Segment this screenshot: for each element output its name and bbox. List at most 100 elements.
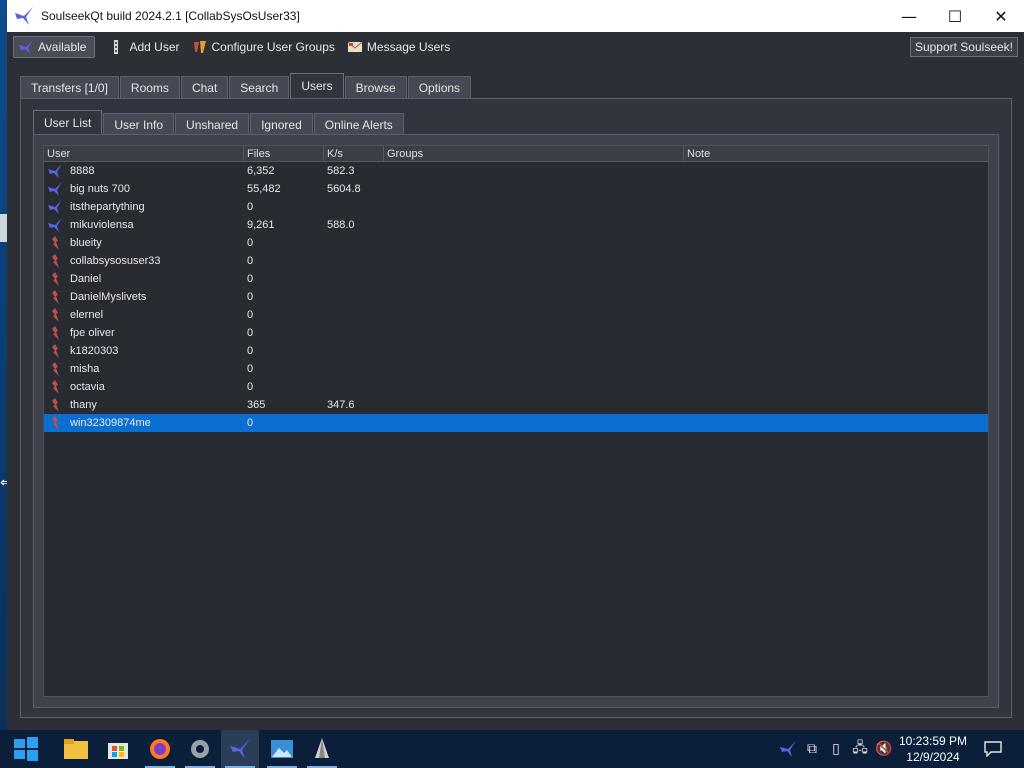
- soulseek-bird-icon: [19, 40, 33, 54]
- table-row[interactable]: blueity 0: [44, 234, 988, 252]
- cell-ks: [324, 198, 384, 216]
- tab-chat[interactable]: Chat: [180, 76, 229, 98]
- system-tray: ⧉ ▯ 🖧 🔇: [776, 730, 896, 768]
- tray-volume-muted-icon[interactable]: 🔇: [872, 730, 896, 768]
- cell-user: fpe oliver: [44, 324, 244, 342]
- user-online-icon: [46, 198, 64, 216]
- tab-options[interactable]: Options: [407, 76, 472, 98]
- user-online-icon: [46, 216, 64, 234]
- cell-note: [684, 324, 988, 342]
- table-row[interactable]: Daniel 0: [44, 270, 988, 288]
- taskbar-settings[interactable]: [181, 730, 219, 768]
- message-users-label: Message Users: [366, 40, 451, 54]
- column-header-note[interactable]: Note: [684, 146, 988, 162]
- cell-user: Daniel: [44, 270, 244, 288]
- tab-user-list[interactable]: User List: [33, 110, 103, 135]
- cell-groups: [384, 378, 684, 396]
- taskbar-store[interactable]: [99, 730, 137, 768]
- maximize-button[interactable]: ☐: [932, 0, 978, 32]
- cell-groups: [384, 162, 684, 180]
- user-name: fpe oliver: [70, 327, 115, 339]
- clock[interactable]: 10:23:59 PM 12/9/2024: [896, 733, 970, 765]
- tab-ignored[interactable]: Ignored: [250, 113, 313, 135]
- tab-search[interactable]: Search: [229, 76, 290, 98]
- tab-unshared[interactable]: Unshared: [175, 113, 250, 135]
- column-header-groups[interactable]: Groups: [384, 146, 684, 162]
- cell-ks: [324, 252, 384, 270]
- cell-ks: 5604.8: [327, 183, 361, 195]
- table-row[interactable]: DanielMyslivets 0: [44, 288, 988, 306]
- cell-files: 0: [247, 291, 254, 303]
- table-row[interactable]: win32309874me 0: [44, 414, 988, 432]
- tab-users[interactable]: Users: [290, 73, 344, 98]
- table-row[interactable]: itsthepartything 0: [44, 198, 988, 216]
- column-header-ks[interactable]: K/s: [324, 146, 384, 162]
- toolbar: Available Add User Configure User Groups: [7, 32, 1024, 62]
- taskbar-inkscape[interactable]: [303, 730, 341, 768]
- cell-files: 0: [247, 273, 254, 285]
- tab-rooms[interactable]: Rooms: [119, 76, 180, 98]
- window-title: SoulseekQt build 2024.2.1 [CollabSysOsUs…: [41, 9, 300, 23]
- cell-note: [684, 306, 988, 324]
- table-row[interactable]: 8888 6,352 582.3: [44, 162, 988, 180]
- table-row[interactable]: octavia 0: [44, 378, 988, 396]
- title-bar[interactable]: SoulseekQt build 2024.2.1 [CollabSysOsUs…: [7, 0, 1024, 32]
- add-user-button[interactable]: Add User: [103, 36, 185, 58]
- tray-task-view-icon[interactable]: ⧉: [800, 730, 824, 768]
- main-tab-bar: Transfers [1/0] Rooms Chat Search Users …: [20, 73, 472, 98]
- table-row[interactable]: elernel 0: [44, 306, 988, 324]
- table-row[interactable]: misha 0: [44, 360, 988, 378]
- tab-transfers[interactable]: Transfers [1/0]: [20, 76, 119, 98]
- status-button[interactable]: Available: [13, 36, 96, 58]
- support-soulseek-button[interactable]: Support Soulseek!: [909, 37, 1018, 57]
- tab-browse[interactable]: Browse: [344, 76, 407, 98]
- taskbar-firefox[interactable]: [141, 730, 179, 768]
- user-name: collabsysosuser33: [70, 255, 161, 267]
- taskbar-soulseek[interactable]: [221, 730, 259, 768]
- tab-user-info[interactable]: User Info: [103, 113, 175, 135]
- user-offline-icon: [46, 378, 64, 396]
- message-users-button[interactable]: Message Users: [341, 36, 456, 58]
- close-button[interactable]: ✕: [978, 0, 1024, 32]
- cell-files: 0: [247, 417, 254, 429]
- tray-soulseek-icon[interactable]: [776, 730, 800, 768]
- table-row[interactable]: big nuts 700 55,482 5604.8: [44, 180, 988, 198]
- tray-usb-icon[interactable]: ▯: [824, 730, 848, 768]
- taskbar-photos[interactable]: [263, 730, 301, 768]
- table-row[interactable]: fpe oliver 0: [44, 324, 988, 342]
- tab-online-alerts[interactable]: Online Alerts: [313, 113, 404, 135]
- cell-files: 365: [247, 399, 266, 411]
- user-offline-icon: [46, 288, 64, 306]
- cell-note: [684, 414, 988, 432]
- notification-center-button[interactable]: [978, 730, 1008, 768]
- taskbar-file-explorer[interactable]: [57, 730, 95, 768]
- cell-ks: 582.3: [327, 165, 355, 177]
- table-row[interactable]: thany 365 347.6: [44, 396, 988, 414]
- table-row[interactable]: mikuviolensa 9,261 588.0: [44, 216, 988, 234]
- settings-gear-icon: [191, 740, 209, 758]
- column-header-files[interactable]: Files: [244, 146, 324, 162]
- user-online-icon: [46, 180, 64, 198]
- cell-files: 0: [247, 309, 254, 321]
- cell-groups: [384, 270, 684, 288]
- cell-ks: 588.0: [327, 219, 355, 231]
- user-offline-icon: [46, 414, 64, 432]
- cell-ks: [324, 306, 384, 324]
- user-list-table[interactable]: User Files K/s Groups Note 8888 6,352 582.…: [43, 145, 989, 697]
- cell-groups: [384, 252, 684, 270]
- configure-user-groups-button[interactable]: Configure User Groups: [186, 36, 341, 58]
- start-button[interactable]: [7, 730, 45, 768]
- table-row[interactable]: collabsysosuser33 0: [44, 252, 988, 270]
- tray-network-icon[interactable]: 🖧: [848, 730, 872, 768]
- clock-time: 10:23:59 PM: [898, 734, 968, 748]
- users-sub-tab-bar: User List User Info Unshared Ignored Onl…: [33, 110, 405, 135]
- cell-groups: [384, 306, 684, 324]
- photos-icon: [271, 740, 293, 758]
- table-row[interactable]: k1820303 0: [44, 342, 988, 360]
- cell-user: itsthepartything: [44, 198, 244, 216]
- cell-user: k1820303: [44, 342, 244, 360]
- clock-date: 12/9/2024: [906, 750, 960, 764]
- minimize-button[interactable]: —: [886, 0, 932, 32]
- column-header-user[interactable]: User: [44, 146, 244, 162]
- cell-user: collabsysosuser33: [44, 252, 244, 270]
